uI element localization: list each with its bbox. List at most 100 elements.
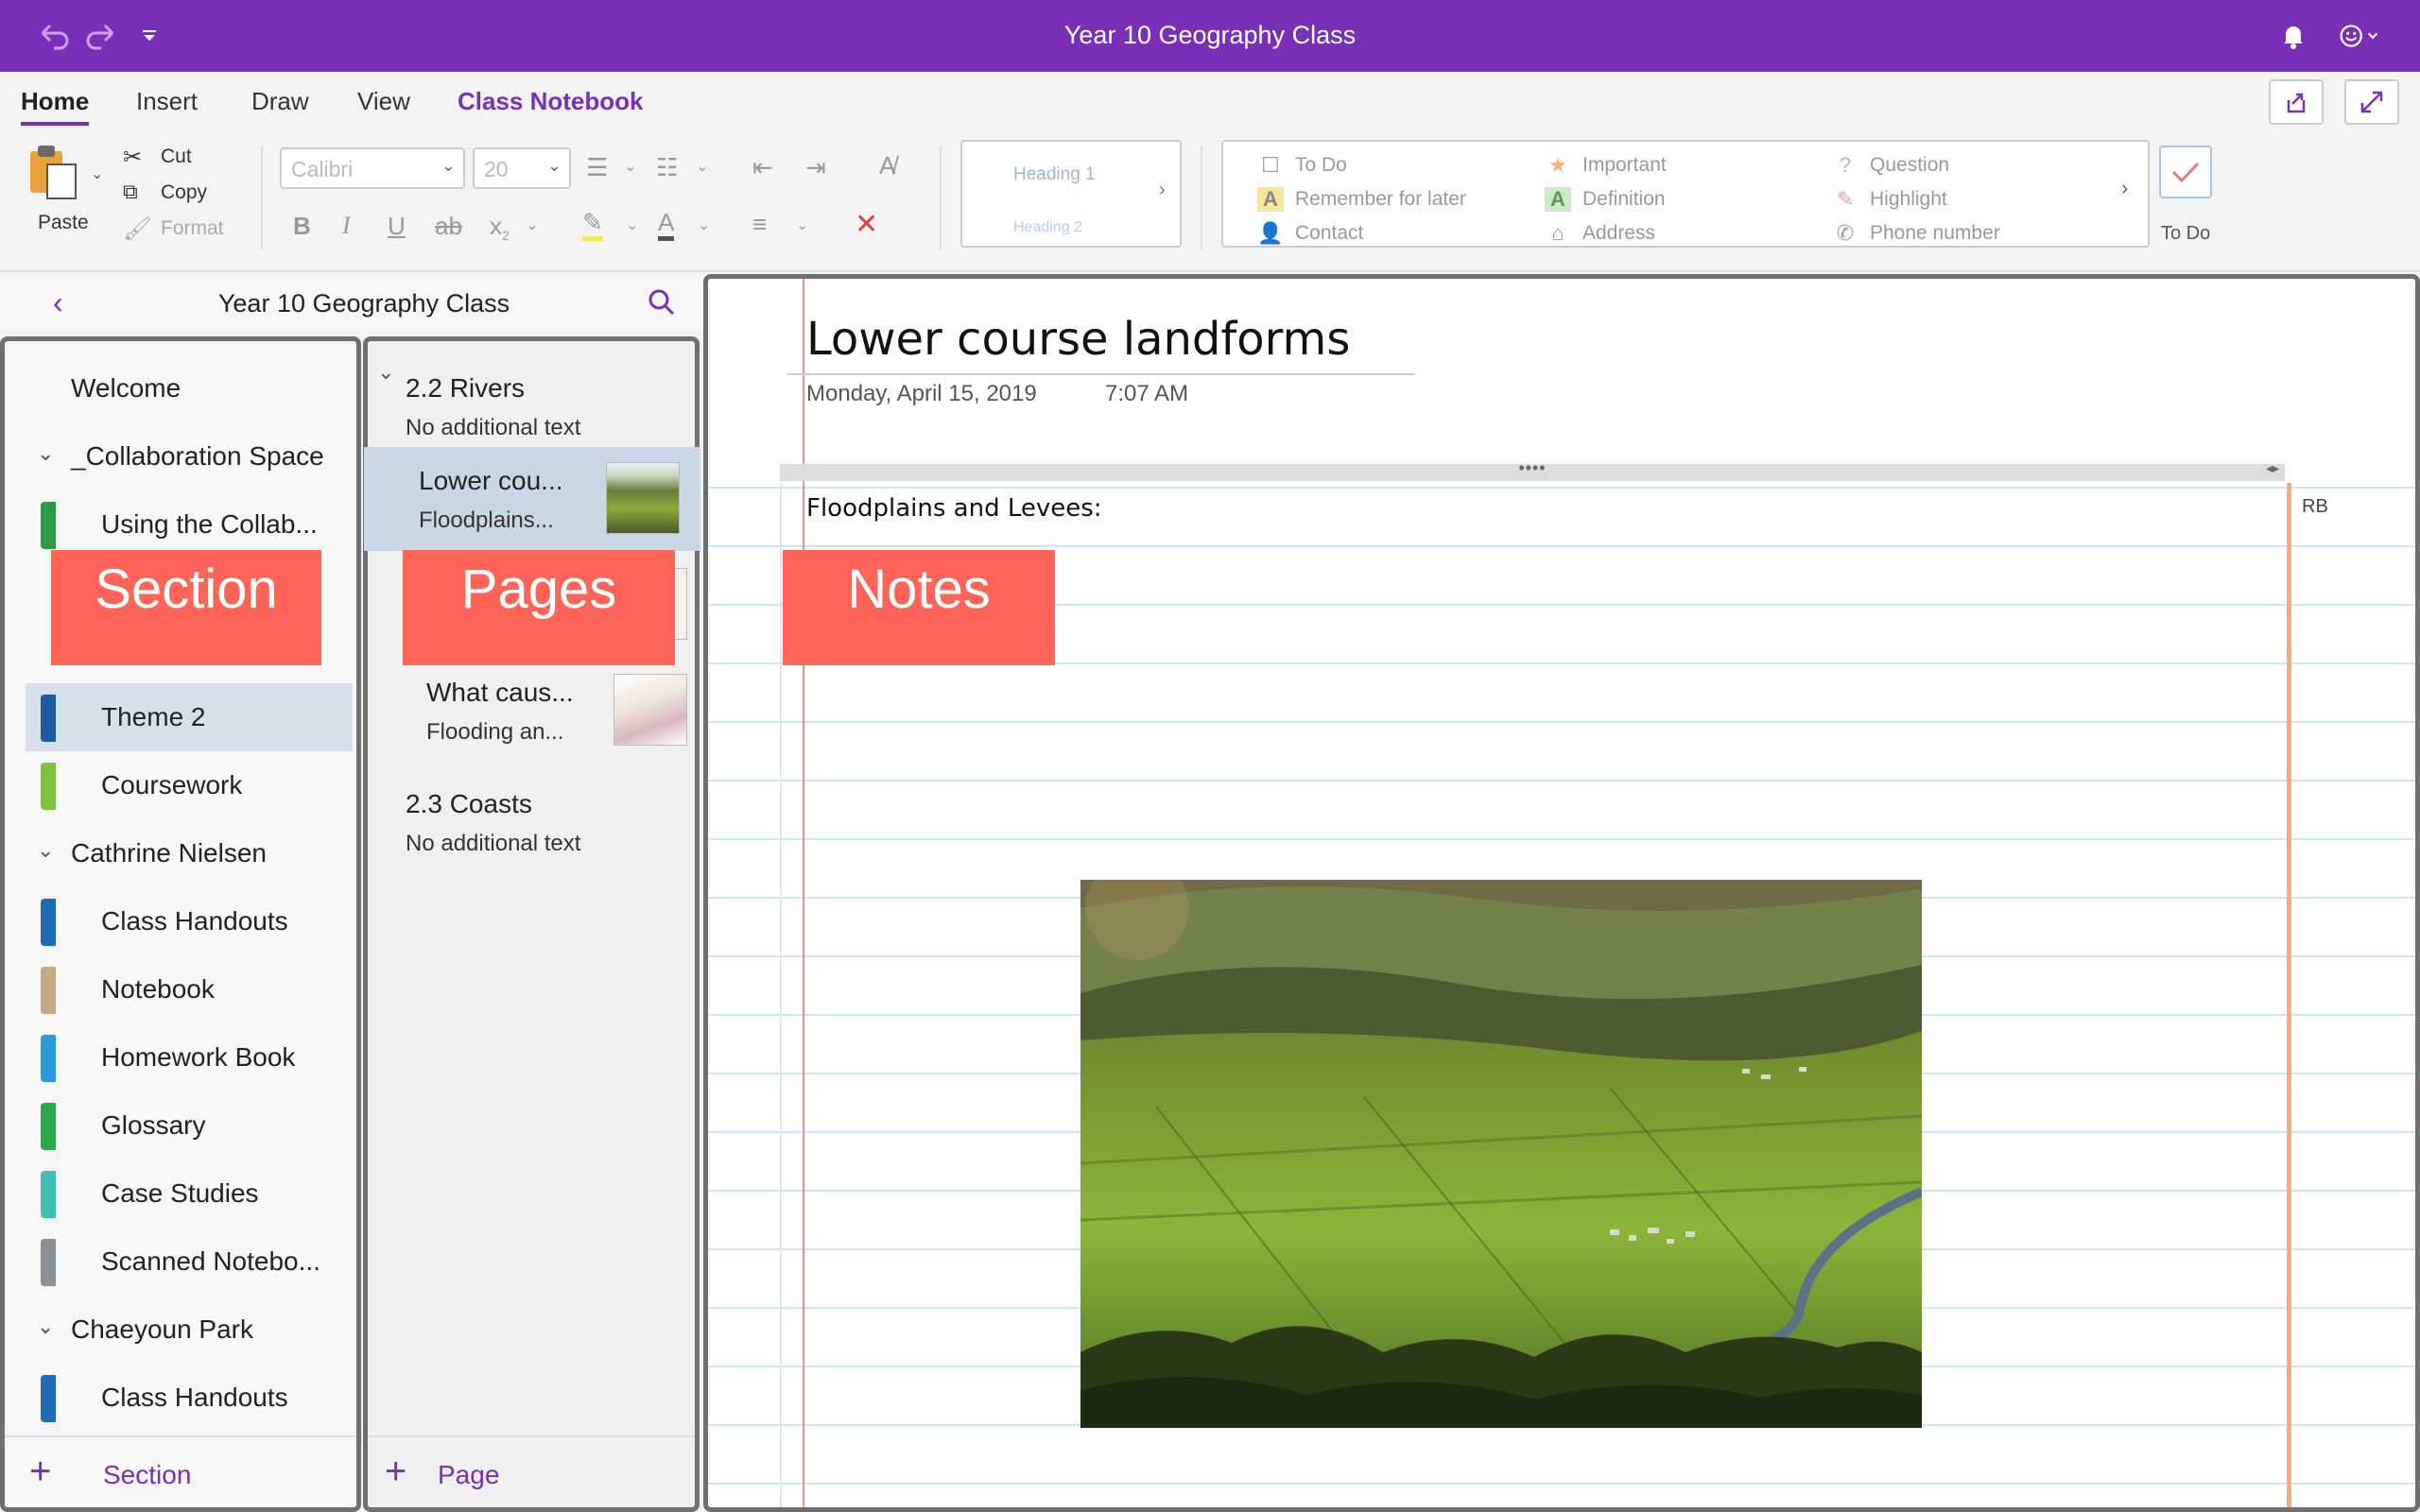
subscript-icon[interactable]: x2 <box>490 212 510 243</box>
divider <box>261 146 263 249</box>
section-coursework[interactable]: Coursework <box>26 751 353 819</box>
underline-icon[interactable]: U <box>388 212 406 241</box>
add-section-button[interactable]: + Section <box>5 1435 356 1507</box>
font-size-select[interactable]: 20 ⌄ <box>473 147 571 189</box>
note-container-handle[interactable]: •••• ◂▸ <box>780 458 2285 481</box>
tag-to-do[interactable]: ☐ To Do <box>1257 153 1347 178</box>
style-heading-1[interactable]: Heading 1 <box>1013 164 1096 185</box>
align-icon[interactable]: ≡ <box>752 210 767 239</box>
tab-insert[interactable]: Insert <box>136 87 198 116</box>
increase-indent-icon[interactable]: ⇥ <box>805 153 826 182</box>
section-group-collaboration[interactable]: ⌄ _Collaboration Space <box>26 422 353 490</box>
styles-gallery[interactable]: Heading 1 Heading 2 › <box>960 140 1182 248</box>
page-lower-course[interactable]: Lower cou... Floodplains... <box>364 447 700 551</box>
section-theme-2[interactable]: Theme 2 <box>26 683 353 751</box>
page-title[interactable]: Lower course landforms <box>806 313 1350 366</box>
section-label: Welcome <box>71 373 182 403</box>
font-name-select[interactable]: Calibri ⌄ <box>280 147 465 189</box>
section-label: Case Studies <box>101 1178 259 1208</box>
note-text[interactable]: Floodplains and Levees: <box>806 494 1102 523</box>
ribbon-tabs: Home Insert Draw View Class Notebook <box>0 72 2420 132</box>
fullscreen-button[interactable] <box>2344 79 2399 125</box>
clear-formatting-icon[interactable]: A̸ <box>879 151 895 180</box>
page-preview: Floodplains... <box>419 507 554 533</box>
bullets-icon[interactable]: ☰ <box>586 153 608 182</box>
section-homework-book[interactable]: Homework Book <box>26 1023 353 1091</box>
page-what-causes[interactable]: What caus... Flooding an... <box>372 659 700 763</box>
highlight-icon[interactable]: ✎ <box>582 208 603 241</box>
tag-highlight[interactable]: ✎ Highlight <box>1832 187 1947 212</box>
tag-label: Question <box>1870 154 1950 176</box>
resize-arrows-icon: ◂▸ <box>2265 460 2279 475</box>
section-welcome[interactable]: Welcome <box>26 354 353 422</box>
tag-phone-number[interactable]: ✆ Phone number <box>1832 221 2000 246</box>
strikethrough-icon[interactable]: ab <box>435 212 462 241</box>
todo-tag-button[interactable]: To Do <box>2159 146 2216 249</box>
page-group-coasts[interactable]: 2.3 Coasts No additional text <box>368 770 695 865</box>
section-class-handouts[interactable]: Class Handouts <box>26 887 353 955</box>
section-group-student-1[interactable]: ⌄ Cathrine Nielsen <box>26 819 353 887</box>
section-notebook[interactable]: Notebook <box>26 955 353 1023</box>
style-heading-2[interactable]: Heading 2 <box>1013 219 1082 236</box>
share-icon <box>2287 93 2306 113</box>
chevron-down-icon[interactable]: ⌄ <box>696 157 708 176</box>
add-page-button[interactable]: + Page <box>368 1435 695 1507</box>
section-using-collab[interactable]: Using the Collab... <box>26 490 353 558</box>
tag-question[interactable]: ? Question <box>1832 153 1949 178</box>
page-group-rivers[interactable]: ⌄ 2.2 Rivers No additional text <box>368 354 695 449</box>
tag-contact[interactable]: 👤 Contact <box>1257 221 1363 246</box>
section-group-label: Cathrine Nielsen <box>71 838 267 868</box>
drag-handle-icon: •••• <box>1518 458 1547 477</box>
notebook-title[interactable]: Year 10 Geography Class <box>0 289 728 318</box>
chevron-down-icon[interactable]: ⌄ <box>796 215 808 234</box>
navigation-header: ‹ Year 10 Geography Class <box>0 274 705 331</box>
star-icon: ★ <box>1548 153 1567 177</box>
tag-label: Contact <box>1295 222 1364 244</box>
contact-icon: 👤 <box>1257 221 1284 245</box>
decrease-indent-icon[interactable]: ⇤ <box>752 153 773 182</box>
section-group-student-2[interactable]: ⌄ Chaeyoun Park <box>26 1296 353 1364</box>
section-glossary[interactable]: Glossary <box>26 1091 353 1160</box>
tag-important[interactable]: ★ Important <box>1545 153 1667 178</box>
window-title: Year 10 Geography Class <box>1063 21 1357 49</box>
numbering-icon[interactable]: ☷ <box>656 153 678 182</box>
section-case-studies[interactable]: Case Studies <box>26 1160 353 1228</box>
page-group-preview: No additional text <box>406 415 581 440</box>
section-label: Glossary <box>101 1110 206 1140</box>
share-button[interactable] <box>2269 79 2324 125</box>
tab-view[interactable]: View <box>357 87 410 116</box>
delete-icon[interactable]: ✕ <box>855 208 878 241</box>
section-scanned-notebook[interactable]: Scanned Notebo... <box>26 1228 353 1296</box>
tag-definition[interactable]: A Definition <box>1545 187 1666 212</box>
plus-icon: + <box>29 1451 52 1492</box>
tags-gallery: ☐ To Do A Remember for later 👤 Contact ★ Imp… <box>1221 140 2150 248</box>
chevron-right-icon[interactable]: › <box>1159 180 1166 201</box>
notes-canvas[interactable]: Lower course landforms Monday, April 15,… <box>703 274 2420 1512</box>
section-class-handouts-2[interactable]: Class Handouts <box>26 1364 353 1432</box>
landscape-photo[interactable] <box>1080 880 1922 1428</box>
chevron-down-icon[interactable]: ⌄ <box>698 215 710 234</box>
italic-icon[interactable]: I <box>342 212 351 240</box>
plus-icon: + <box>385 1451 407 1492</box>
bell-icon[interactable] <box>2273 15 2314 57</box>
search-icon[interactable] <box>647 287 677 322</box>
font-color-icon[interactable]: A <box>658 208 675 241</box>
tag-address[interactable]: ⌂ Address <box>1545 221 1655 246</box>
paste-options-chevron-icon[interactable]: ⌄ <box>91 164 103 183</box>
chevron-down-icon[interactable]: ⌄ <box>626 215 638 234</box>
tag-remember-for-later[interactable]: A Remember for later <box>1257 187 1466 212</box>
section-color-tab <box>41 1103 56 1150</box>
feedback-smiley-icon[interactable] <box>2339 15 2380 57</box>
bold-icon[interactable]: B <box>293 212 311 241</box>
tab-draw[interactable]: Draw <box>251 87 309 116</box>
chevron-down-icon[interactable]: ⌄ <box>526 215 538 234</box>
chevron-right-icon[interactable]: › <box>2121 176 2128 200</box>
tab-class-notebook[interactable]: Class Notebook <box>458 87 644 116</box>
paste-button[interactable]: Paste <box>23 142 108 240</box>
annotation-section: Section <box>51 550 321 665</box>
page-group-title: 2.2 Rivers <box>406 373 526 403</box>
rule-line <box>708 780 2415 782</box>
rule-line <box>708 1483 2415 1485</box>
chevron-down-icon[interactable]: ⌄ <box>624 157 636 176</box>
tab-home[interactable]: Home <box>21 87 90 126</box>
